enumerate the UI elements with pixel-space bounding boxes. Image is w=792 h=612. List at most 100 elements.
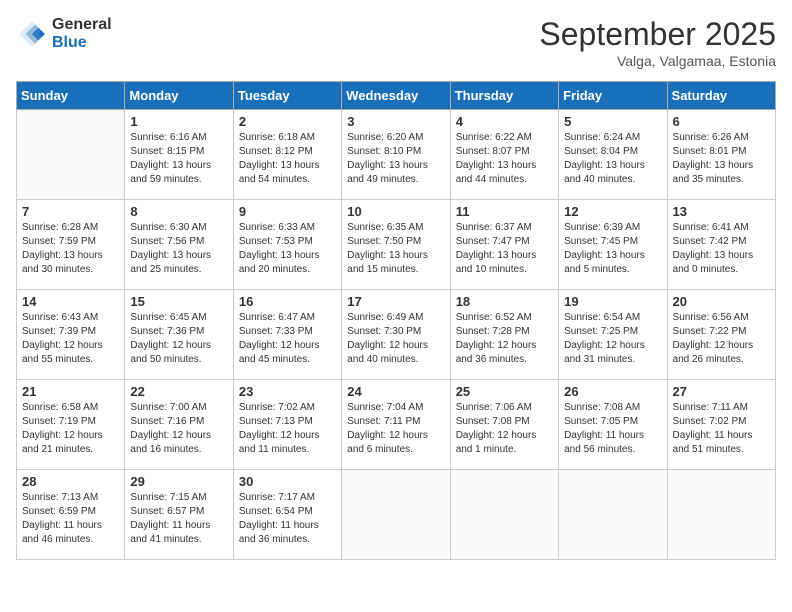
calendar-cell: 15 Sunrise: 6:45 AM Sunset: 7:36 PM Dayli…	[125, 290, 233, 380]
day-info: Sunrise: 6:56 AM Sunset: 7:22 PM Dayligh…	[673, 311, 770, 367]
calendar-cell: 24 Sunrise: 7:04 AM Sunset: 7:11 PM Dayli…	[342, 380, 450, 470]
calendar-cell: 13 Sunrise: 6:41 AM Sunset: 7:42 PM Dayli…	[667, 200, 775, 290]
day-info: Sunrise: 6:30 AM Sunset: 7:56 PM Dayligh…	[130, 221, 227, 277]
logo-general: General	[52, 16, 112, 34]
day-number: 3	[347, 114, 444, 129]
day-number: 6	[673, 114, 770, 129]
day-number: 4	[456, 114, 553, 129]
day-number: 1	[130, 114, 227, 129]
calendar-cell: 8 Sunrise: 6:30 AM Sunset: 7:56 PM Daylig…	[125, 200, 233, 290]
calendar-cell: 16 Sunrise: 6:47 AM Sunset: 7:33 PM Dayli…	[233, 290, 341, 380]
calendar-cell: 21 Sunrise: 6:58 AM Sunset: 7:19 PM Dayli…	[17, 380, 125, 470]
calendar-cell: 17 Sunrise: 6:49 AM Sunset: 7:30 PM Dayli…	[342, 290, 450, 380]
logo-icon	[16, 18, 48, 50]
day-info: Sunrise: 6:16 AM Sunset: 8:15 PM Dayligh…	[130, 131, 227, 187]
calendar-cell	[559, 470, 667, 560]
day-number: 10	[347, 204, 444, 219]
calendar-cell: 14 Sunrise: 6:43 AM Sunset: 7:39 PM Dayli…	[17, 290, 125, 380]
day-info: Sunrise: 6:26 AM Sunset: 8:01 PM Dayligh…	[673, 131, 770, 187]
day-number: 16	[239, 294, 336, 309]
day-info: Sunrise: 6:37 AM Sunset: 7:47 PM Dayligh…	[456, 221, 553, 277]
day-info: Sunrise: 7:13 AM Sunset: 6:59 PM Dayligh…	[22, 491, 119, 547]
month-title: September 2025	[539, 16, 776, 53]
day-number: 24	[347, 384, 444, 399]
weekday-header-row: SundayMondayTuesdayWednesdayThursdayFrid…	[17, 82, 776, 110]
day-number: 19	[564, 294, 661, 309]
day-info: Sunrise: 6:35 AM Sunset: 7:50 PM Dayligh…	[347, 221, 444, 277]
day-info: Sunrise: 6:49 AM Sunset: 7:30 PM Dayligh…	[347, 311, 444, 367]
day-number: 28	[22, 474, 119, 489]
calendar-cell: 25 Sunrise: 7:06 AM Sunset: 7:08 PM Dayli…	[450, 380, 558, 470]
day-number: 21	[22, 384, 119, 399]
day-info: Sunrise: 6:58 AM Sunset: 7:19 PM Dayligh…	[22, 401, 119, 457]
day-info: Sunrise: 7:02 AM Sunset: 7:13 PM Dayligh…	[239, 401, 336, 457]
day-number: 2	[239, 114, 336, 129]
calendar-cell: 6 Sunrise: 6:26 AM Sunset: 8:01 PM Daylig…	[667, 110, 775, 200]
calendar-cell: 23 Sunrise: 7:02 AM Sunset: 7:13 PM Dayli…	[233, 380, 341, 470]
calendar-week-row: 7 Sunrise: 6:28 AM Sunset: 7:59 PM Daylig…	[17, 200, 776, 290]
day-number: 30	[239, 474, 336, 489]
calendar-cell	[17, 110, 125, 200]
day-number: 17	[347, 294, 444, 309]
weekday-header: Friday	[559, 82, 667, 110]
day-info: Sunrise: 7:04 AM Sunset: 7:11 PM Dayligh…	[347, 401, 444, 457]
calendar-cell: 26 Sunrise: 7:08 AM Sunset: 7:05 PM Dayli…	[559, 380, 667, 470]
day-number: 29	[130, 474, 227, 489]
day-info: Sunrise: 6:41 AM Sunset: 7:42 PM Dayligh…	[673, 221, 770, 277]
calendar-cell: 29 Sunrise: 7:15 AM Sunset: 6:57 PM Dayli…	[125, 470, 233, 560]
day-info: Sunrise: 6:28 AM Sunset: 7:59 PM Dayligh…	[22, 221, 119, 277]
day-number: 25	[456, 384, 553, 399]
day-number: 20	[673, 294, 770, 309]
calendar-cell	[450, 470, 558, 560]
day-info: Sunrise: 6:47 AM Sunset: 7:33 PM Dayligh…	[239, 311, 336, 367]
calendar-cell: 19 Sunrise: 6:54 AM Sunset: 7:25 PM Dayli…	[559, 290, 667, 380]
day-info: Sunrise: 6:43 AM Sunset: 7:39 PM Dayligh…	[22, 311, 119, 367]
day-info: Sunrise: 6:18 AM Sunset: 8:12 PM Dayligh…	[239, 131, 336, 187]
day-number: 26	[564, 384, 661, 399]
day-number: 9	[239, 204, 336, 219]
day-info: Sunrise: 6:39 AM Sunset: 7:45 PM Dayligh…	[564, 221, 661, 277]
weekday-header: Monday	[125, 82, 233, 110]
calendar-cell: 12 Sunrise: 6:39 AM Sunset: 7:45 PM Dayli…	[559, 200, 667, 290]
day-number: 27	[673, 384, 770, 399]
calendar-week-row: 14 Sunrise: 6:43 AM Sunset: 7:39 PM Dayli…	[17, 290, 776, 380]
day-info: Sunrise: 7:00 AM Sunset: 7:16 PM Dayligh…	[130, 401, 227, 457]
day-info: Sunrise: 7:11 AM Sunset: 7:02 PM Dayligh…	[673, 401, 770, 457]
calendar-cell	[667, 470, 775, 560]
day-number: 13	[673, 204, 770, 219]
logo-text: General Blue	[52, 16, 112, 51]
calendar-cell	[342, 470, 450, 560]
day-number: 5	[564, 114, 661, 129]
day-number: 12	[564, 204, 661, 219]
logo-blue: Blue	[52, 34, 112, 52]
calendar-cell: 7 Sunrise: 6:28 AM Sunset: 7:59 PM Daylig…	[17, 200, 125, 290]
calendar-week-row: 21 Sunrise: 6:58 AM Sunset: 7:19 PM Dayli…	[17, 380, 776, 470]
day-info: Sunrise: 7:15 AM Sunset: 6:57 PM Dayligh…	[130, 491, 227, 547]
calendar-cell: 1 Sunrise: 6:16 AM Sunset: 8:15 PM Daylig…	[125, 110, 233, 200]
weekday-header: Saturday	[667, 82, 775, 110]
calendar-cell: 2 Sunrise: 6:18 AM Sunset: 8:12 PM Daylig…	[233, 110, 341, 200]
day-number: 23	[239, 384, 336, 399]
day-number: 15	[130, 294, 227, 309]
calendar-cell: 28 Sunrise: 7:13 AM Sunset: 6:59 PM Dayli…	[17, 470, 125, 560]
weekday-header: Sunday	[17, 82, 125, 110]
calendar: SundayMondayTuesdayWednesdayThursdayFrid…	[16, 81, 776, 560]
day-info: Sunrise: 6:45 AM Sunset: 7:36 PM Dayligh…	[130, 311, 227, 367]
day-number: 8	[130, 204, 227, 219]
day-number: 11	[456, 204, 553, 219]
day-number: 14	[22, 294, 119, 309]
calendar-cell: 18Sunrise: 6:52 AM Sunset: 7:28 PM Dayli…	[450, 290, 558, 380]
logo: General Blue	[16, 16, 112, 51]
day-info: Sunrise: 7:06 AM Sunset: 7:08 PM Dayligh…	[456, 401, 553, 457]
calendar-week-row: 1 Sunrise: 6:16 AM Sunset: 8:15 PM Daylig…	[17, 110, 776, 200]
calendar-cell: 9Sunrise: 6:33 AM Sunset: 7:53 PM Daylig…	[233, 200, 341, 290]
title-block: September 2025 Valga, Valgamaa, Estonia	[539, 16, 776, 69]
day-number: 22	[130, 384, 227, 399]
day-number: 7	[22, 204, 119, 219]
day-info: Sunrise: 6:54 AM Sunset: 7:25 PM Dayligh…	[564, 311, 661, 367]
location: Valga, Valgamaa, Estonia	[539, 53, 776, 69]
weekday-header: Thursday	[450, 82, 558, 110]
day-info: Sunrise: 7:08 AM Sunset: 7:05 PM Dayligh…	[564, 401, 661, 457]
day-info: Sunrise: 7:17 AM Sunset: 6:54 PM Dayligh…	[239, 491, 336, 547]
calendar-cell: 20 Sunrise: 6:56 AM Sunset: 7:22 PM Dayli…	[667, 290, 775, 380]
